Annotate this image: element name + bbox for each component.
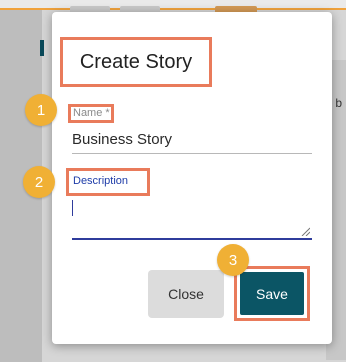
- step-badge-2: 2: [23, 166, 55, 198]
- step-badge-3: 3: [217, 244, 249, 276]
- name-field-underline: [72, 153, 312, 154]
- text-caret: [72, 200, 73, 216]
- name-field-label: Name *: [68, 104, 114, 123]
- save-button[interactable]: Save: [240, 272, 304, 315]
- background-top-bar: [0, 0, 346, 10]
- close-button[interactable]: Close: [148, 270, 224, 318]
- dialog-title: Create Story: [60, 37, 212, 87]
- resize-handle-icon[interactable]: [300, 226, 310, 236]
- background-letter: b: [335, 96, 342, 110]
- description-field-label: Description: [66, 168, 150, 196]
- background-accent: [40, 40, 44, 56]
- name-field[interactable]: [72, 128, 312, 150]
- step-badge-1: 1: [25, 94, 57, 126]
- description-field[interactable]: [72, 196, 312, 240]
